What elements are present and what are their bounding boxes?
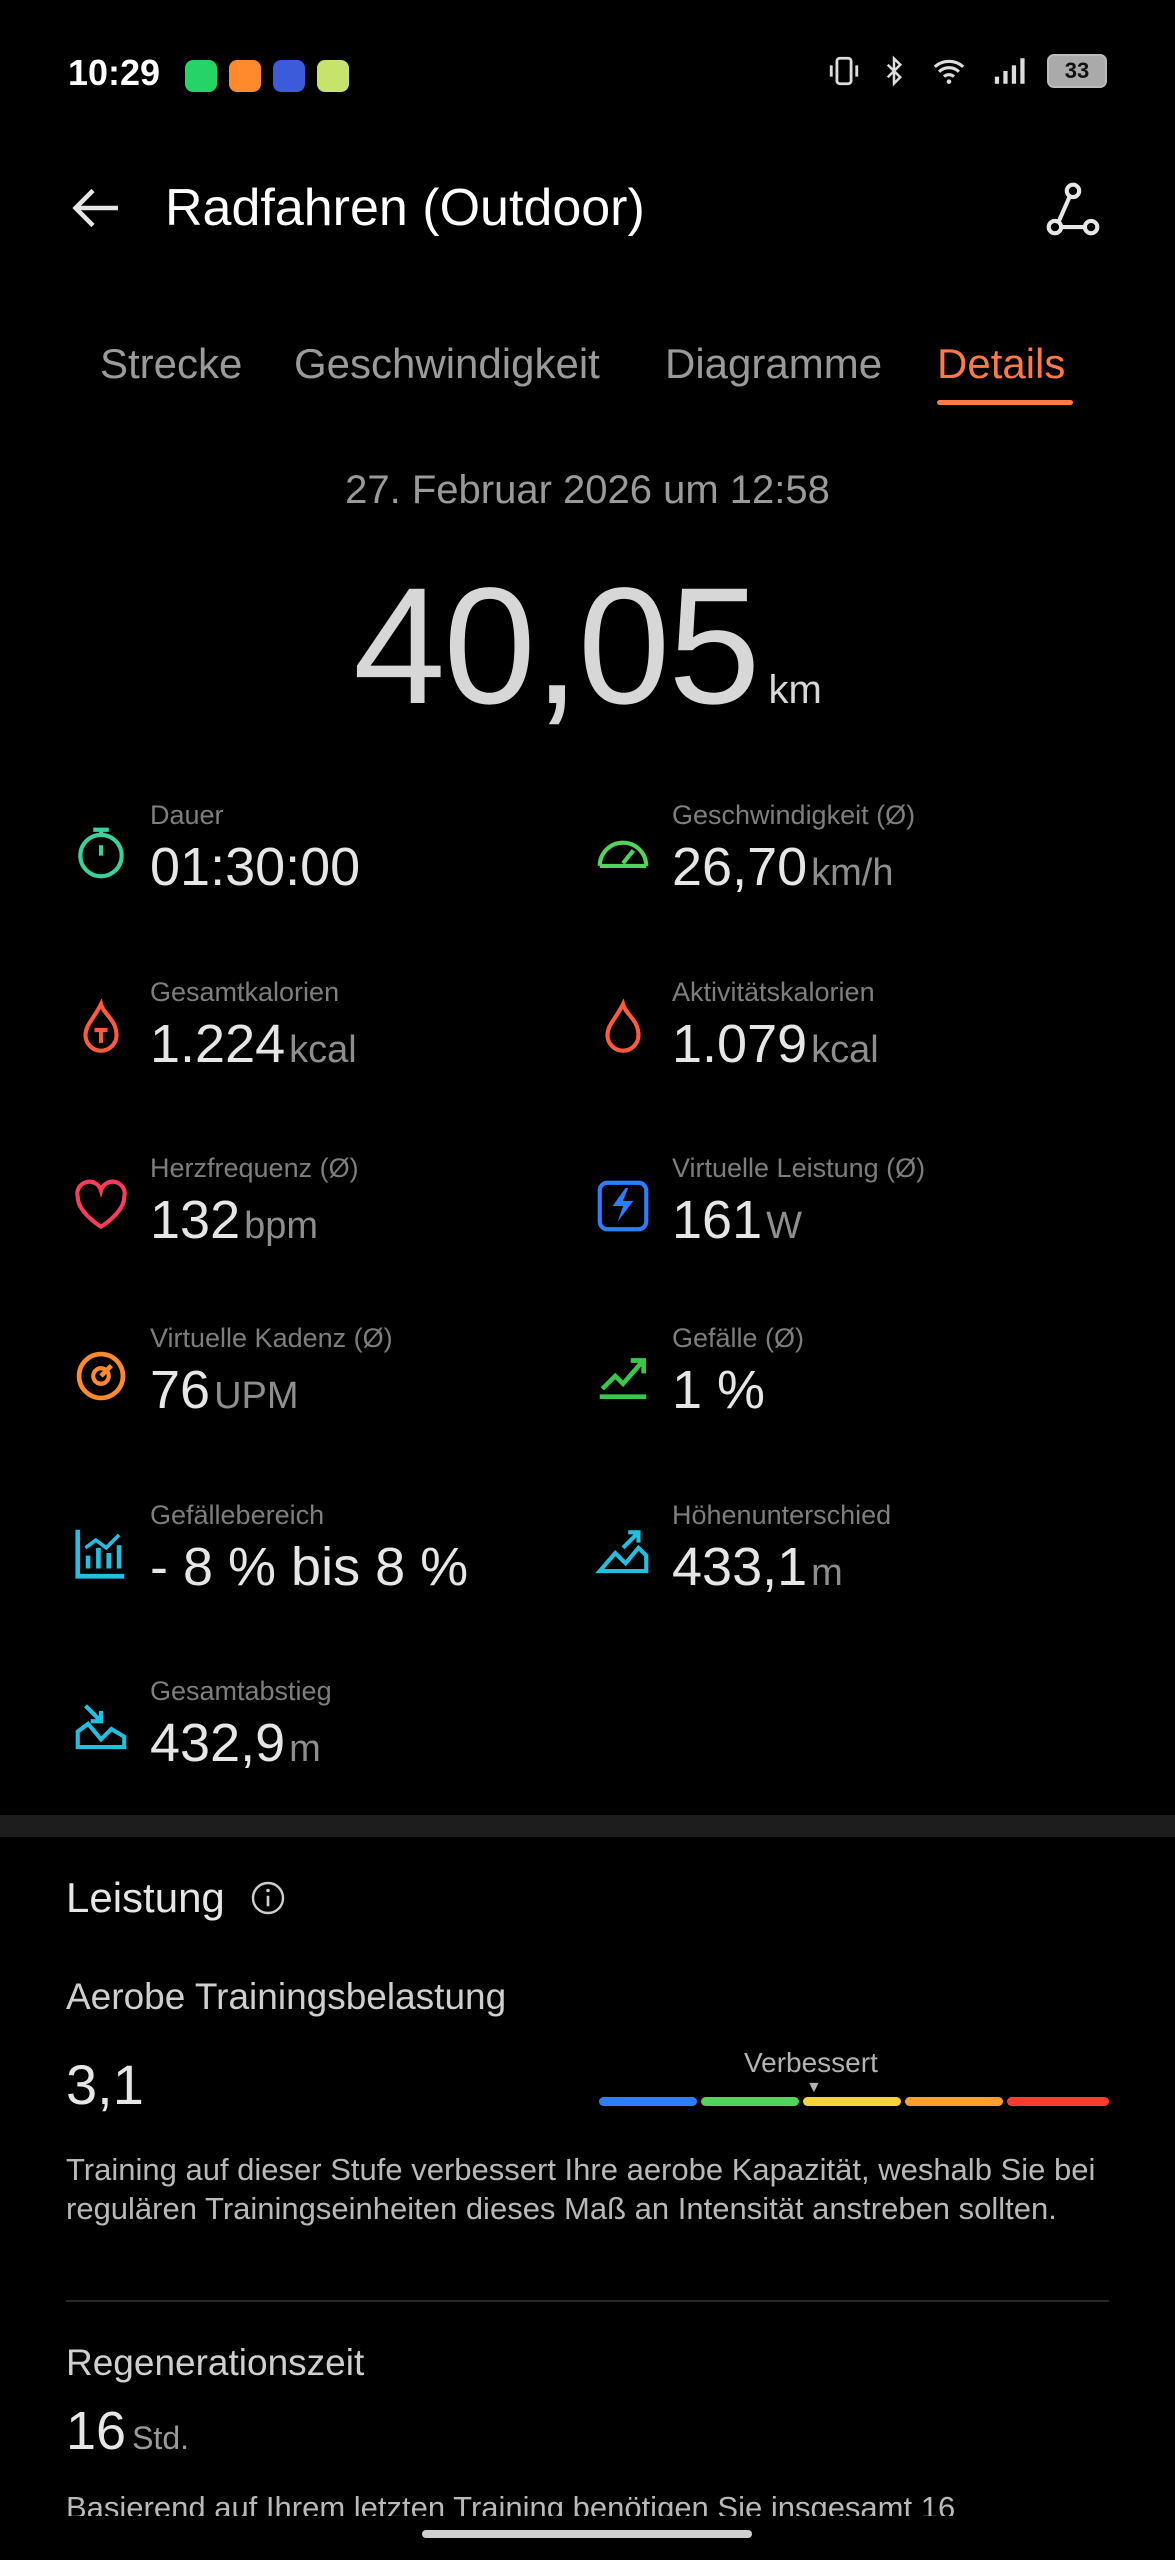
metric-label: Gesamtkalorien bbox=[150, 977, 340, 1007]
section-divider bbox=[0, 1815, 1175, 1837]
status-time: 10:29 bbox=[68, 52, 161, 93]
performance-title: Leistung bbox=[66, 1874, 225, 1921]
metric-value: 432,9 m bbox=[150, 1713, 321, 1773]
metric-herzfrequenz: Herzfrequenz (Ø) 132 bpm bbox=[70, 1153, 570, 1303]
metric-label: Gefälle (Ø) bbox=[672, 1323, 805, 1353]
metric-geschwindigkeit: Geschwindigkeit (Ø) 26,70 km/h bbox=[592, 800, 1092, 950]
tab-diagramme[interactable]: Diagramme bbox=[665, 340, 882, 388]
distance-unit: km bbox=[768, 668, 822, 712]
back-arrow-icon[interactable] bbox=[68, 178, 128, 238]
metric-value: 76 UPM bbox=[150, 1360, 299, 1420]
metric-value: 433,1 m bbox=[672, 1537, 843, 1597]
flame-icon bbox=[605, 999, 641, 1053]
tab-details[interactable]: Details bbox=[937, 340, 1065, 388]
metric-label: Aktivitätskalorien bbox=[672, 977, 875, 1007]
home-indicator[interactable] bbox=[422, 2530, 752, 2538]
metric-value: - 8 % bis 8 % bbox=[150, 1537, 469, 1597]
info-icon[interactable] bbox=[250, 1880, 286, 1916]
descent-icon bbox=[75, 1704, 127, 1750]
metric-aktivitaetskalorien: Aktivitätskalorien 1.079 kcal bbox=[592, 977, 1092, 1127]
app-green-icon bbox=[317, 60, 349, 92]
metric-label: Herzfrequenz (Ø) bbox=[150, 1153, 359, 1183]
metric-value: 1.224 kcal bbox=[150, 1014, 357, 1074]
battery-icon: 33 bbox=[1047, 54, 1107, 88]
speedometer-icon bbox=[597, 840, 649, 868]
aerobic-load-value: 3,1 bbox=[66, 2053, 144, 2116]
slope-range-icon bbox=[75, 1529, 125, 1579]
total-distance: 40,05 km bbox=[0, 552, 1175, 742]
metric-hoehenunterschied: Höhenunterschied 433,1 m bbox=[592, 1500, 1092, 1650]
divider bbox=[66, 2300, 1109, 2302]
metric-label: Geschwindigkeit (Ø) bbox=[672, 800, 916, 830]
heart-icon bbox=[75, 1179, 127, 1230]
scale-segment-3 bbox=[803, 2097, 901, 2106]
pokeball-icon bbox=[273, 60, 305, 92]
regeneration-title: Regenerationszeit bbox=[66, 2342, 365, 2383]
whatsapp-icon bbox=[185, 60, 217, 92]
metric-virtuelle-kadenz: Virtuelle Kadenz (Ø) 76 UPM bbox=[70, 1323, 570, 1473]
aerobic-description: Training auf dieser Stufe verbessert Ihr… bbox=[66, 2152, 1096, 2226]
metric-virtuelle-leistung: Virtuelle Leistung (Ø) 161 W bbox=[592, 1153, 1092, 1303]
cadence-icon bbox=[76, 1351, 126, 1401]
wifi-icon bbox=[933, 59, 965, 84]
scale-segment-4 bbox=[905, 2097, 1003, 2106]
page-title: Radfahren (Outdoor) bbox=[165, 179, 645, 237]
metric-label: Gefällebereich bbox=[150, 1500, 325, 1530]
tab-geschwindigkeit[interactable]: Geschwindigkeit bbox=[294, 340, 600, 388]
total-calories-icon bbox=[83, 999, 119, 1053]
route-icon[interactable] bbox=[1040, 178, 1106, 240]
metric-dauer: Dauer 01:30:00 bbox=[70, 800, 570, 950]
metric-value: 26,70 km/h bbox=[672, 837, 894, 897]
metric-value: 01:30:00 bbox=[150, 837, 361, 897]
workout-date: 27. Februar 2026 um 12:58 bbox=[345, 468, 830, 512]
bluetooth-icon bbox=[886, 55, 903, 87]
metric-label: Virtuelle Kadenz (Ø) bbox=[150, 1323, 393, 1353]
app-orange-icon bbox=[229, 60, 261, 92]
metric-label: Höhenunterschied bbox=[672, 1500, 892, 1530]
level-marker-icon: ▼ bbox=[806, 2079, 822, 2096]
vibrate-icon bbox=[829, 56, 859, 86]
power-icon bbox=[597, 1180, 649, 1232]
stopwatch-icon bbox=[78, 827, 124, 879]
metric-gefaellebereich: Gefällebereich - 8 % bis 8 % bbox=[70, 1500, 570, 1650]
aerobic-level-label: Verbessert bbox=[744, 2047, 878, 2078]
scale-segment-5 bbox=[1007, 2097, 1109, 2106]
active-tab-indicator bbox=[937, 400, 1073, 405]
tab-bar: Strecke Geschwindigkeit Diagramme Detail… bbox=[0, 330, 1175, 410]
aerobic-load-title: Aerobe Trainingsbelastung bbox=[66, 1976, 507, 2017]
metric-label: Dauer bbox=[150, 800, 224, 830]
scale-segment-2 bbox=[701, 2097, 799, 2106]
distance-value: 40,05 bbox=[353, 554, 760, 739]
regeneration-description: Basierend auf Ihrem letzten Training ben… bbox=[66, 2490, 956, 2516]
metric-value: 161 W bbox=[672, 1190, 802, 1250]
regeneration-value: 16 Std. bbox=[66, 2401, 189, 2461]
metric-value: 1 % bbox=[672, 1360, 766, 1420]
metric-gesamtkalorien: Gesamtkalorien 1.224 kcal bbox=[70, 977, 570, 1127]
metric-gesamtabstieg: Gesamtabstieg 432,9 m bbox=[70, 1676, 570, 1826]
metric-value: 132 bpm bbox=[150, 1190, 319, 1250]
status-icons: 33 bbox=[827, 54, 1107, 88]
slope-icon bbox=[599, 1358, 647, 1399]
metric-value: 1.079 kcal bbox=[672, 1014, 879, 1074]
signal-icon bbox=[994, 58, 1025, 84]
ascent-icon bbox=[595, 1530, 649, 1574]
metric-gefaelle: Gefälle (Ø) 1 % bbox=[592, 1323, 1092, 1473]
tab-strecke[interactable]: Strecke bbox=[100, 340, 242, 388]
scale-segment-1 bbox=[599, 2097, 697, 2106]
metric-label: Virtuelle Leistung (Ø) bbox=[672, 1153, 926, 1183]
metric-label: Gesamtabstieg bbox=[150, 1676, 332, 1706]
